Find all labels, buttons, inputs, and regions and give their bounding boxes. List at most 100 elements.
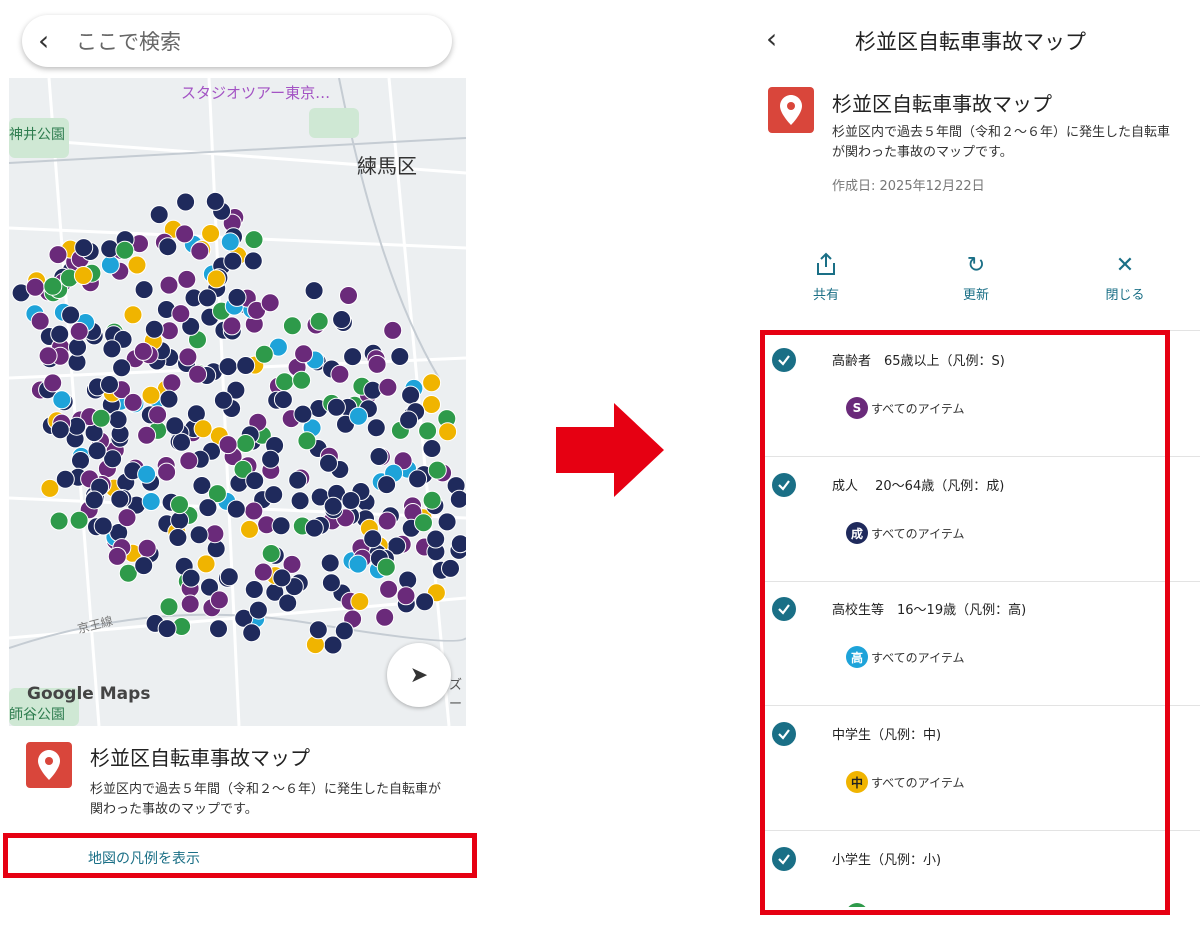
accident-marker[interactable] [390, 347, 410, 366]
accident-marker[interactable] [398, 570, 418, 590]
accident-marker[interactable] [244, 580, 264, 599]
accident-marker[interactable] [110, 489, 130, 509]
accident-marker[interactable] [349, 406, 368, 426]
accident-marker[interactable] [273, 390, 293, 410]
map-view[interactable]: スタジオツアー東京… 練馬区 神井公園 師谷公園 京王線 ズー・ Google … [9, 78, 466, 726]
accident-marker[interactable] [422, 395, 441, 414]
accident-marker[interactable] [177, 269, 197, 289]
accident-marker[interactable] [438, 422, 458, 442]
accident-marker[interactable] [87, 441, 107, 461]
accident-marker[interactable] [290, 491, 310, 511]
accident-marker[interactable] [188, 364, 208, 384]
accident-marker[interactable] [69, 321, 89, 341]
accident-marker[interactable] [319, 453, 338, 473]
accident-marker[interactable] [171, 304, 191, 324]
accident-marker[interactable] [115, 240, 135, 260]
refresh-button[interactable]: ↻ 更新 [936, 252, 1016, 303]
accident-marker[interactable] [117, 508, 137, 528]
accident-marker[interactable] [141, 385, 161, 405]
accident-marker[interactable] [158, 237, 178, 257]
accident-marker[interactable] [422, 439, 442, 458]
close-button[interactable]: ✕ 閉じる [1085, 252, 1165, 303]
accident-marker[interactable] [308, 620, 328, 640]
accident-marker[interactable] [418, 421, 438, 441]
search-bar[interactable]: ‹ ここで検索 [22, 15, 452, 67]
accident-marker[interactable] [272, 568, 292, 588]
accident-marker[interactable] [348, 554, 368, 574]
accident-marker[interactable] [50, 420, 70, 440]
accident-marker[interactable] [123, 392, 143, 412]
accident-marker[interactable] [43, 276, 63, 296]
accident-marker[interactable] [108, 410, 128, 430]
accident-marker[interactable] [294, 344, 314, 364]
accident-marker[interactable] [437, 512, 457, 532]
accident-marker[interactable] [159, 275, 179, 295]
accident-marker[interactable] [102, 339, 122, 359]
accident-marker[interactable] [175, 224, 195, 244]
accident-marker[interactable] [240, 519, 259, 539]
accident-marker[interactable] [68, 337, 87, 357]
accident-marker[interactable] [141, 492, 161, 511]
accident-marker[interactable] [71, 451, 90, 470]
accident-marker[interactable] [383, 320, 403, 340]
accident-marker[interactable] [74, 238, 94, 258]
accident-marker[interactable] [134, 280, 154, 300]
accident-marker[interactable] [264, 485, 284, 505]
accident-marker[interactable] [339, 286, 358, 305]
accident-marker[interactable] [213, 390, 233, 410]
accident-marker[interactable] [168, 528, 188, 547]
accident-marker[interactable] [278, 593, 298, 613]
accident-marker[interactable] [84, 490, 104, 510]
accident-marker[interactable] [49, 511, 69, 531]
accident-marker[interactable] [50, 324, 70, 344]
accident-marker[interactable] [377, 511, 397, 531]
accident-marker[interactable] [304, 518, 324, 538]
accident-marker[interactable] [323, 496, 343, 516]
accident-marker[interactable] [309, 311, 329, 331]
accident-marker[interactable] [52, 390, 72, 410]
accident-marker[interactable] [350, 592, 370, 611]
accident-marker[interactable] [197, 288, 217, 308]
accident-marker[interactable] [293, 404, 313, 424]
back-icon[interactable]: ‹ [766, 22, 777, 55]
accident-marker[interactable] [245, 471, 265, 491]
accident-marker[interactable] [441, 558, 460, 578]
accident-marker[interactable] [176, 192, 196, 212]
accident-marker[interactable] [159, 389, 179, 409]
accident-marker[interactable] [127, 255, 147, 275]
accident-marker[interactable] [100, 255, 120, 275]
accident-marker[interactable] [330, 364, 350, 384]
accident-marker[interactable] [399, 410, 419, 430]
accident-marker[interactable] [181, 568, 201, 588]
accident-marker[interactable] [226, 499, 246, 519]
accident-marker[interactable] [304, 281, 324, 301]
accident-marker[interactable] [223, 251, 243, 271]
accident-marker[interactable] [449, 489, 466, 509]
accident-marker[interactable] [343, 347, 363, 367]
accident-marker[interactable] [48, 245, 68, 265]
accident-marker[interactable] [43, 373, 63, 393]
accident-marker[interactable] [107, 546, 127, 566]
accident-marker[interactable] [201, 224, 221, 243]
accident-marker[interactable] [189, 525, 209, 545]
accident-marker[interactable] [100, 375, 119, 394]
accident-marker[interactable] [38, 346, 58, 366]
accident-marker[interactable] [367, 354, 387, 374]
accident-marker[interactable] [30, 311, 50, 331]
accident-marker[interactable] [244, 230, 264, 250]
accident-marker[interactable] [236, 356, 256, 375]
accident-marker[interactable] [332, 310, 352, 329]
accident-marker[interactable] [137, 425, 157, 445]
accident-marker[interactable] [61, 305, 81, 325]
accident-marker[interactable] [148, 405, 168, 425]
accident-marker[interactable] [326, 397, 346, 417]
accident-marker[interactable] [205, 191, 225, 211]
accident-marker[interactable] [378, 377, 398, 397]
accident-marker[interactable] [275, 372, 295, 392]
accident-marker[interactable] [379, 579, 399, 599]
accident-marker[interactable] [292, 370, 312, 390]
accident-marker[interactable] [220, 232, 240, 252]
accident-marker[interactable] [193, 419, 213, 439]
accident-marker[interactable] [427, 460, 447, 480]
accident-marker[interactable] [134, 556, 154, 576]
